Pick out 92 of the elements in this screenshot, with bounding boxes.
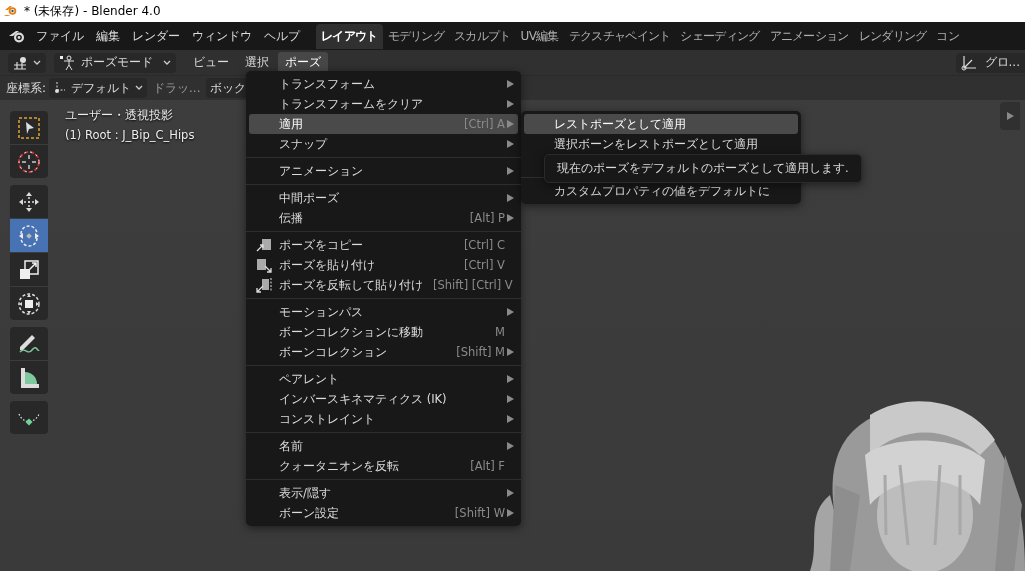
menu-item[interactable]: 選択ボーンをレストポーズとして適用	[524, 134, 798, 154]
menu-item[interactable]: トランスフォーム	[249, 74, 518, 94]
scale-icon	[17, 257, 41, 282]
active-object: (1) Root : J_Bip_C_Hips	[65, 128, 195, 142]
workspace-tab[interactable]: UV編集	[515, 23, 564, 49]
menu-item[interactable]: トランスフォームをクリア	[249, 94, 518, 114]
menu-item[interactable]: 適用 [Ctrl] A	[249, 114, 518, 134]
workspace-tab[interactable]: コン	[931, 23, 965, 49]
axes-icon	[960, 54, 977, 71]
menu-item[interactable]: ヘルプ	[258, 28, 306, 44]
view-name: ユーザー・透視投影	[65, 108, 174, 123]
menu-item[interactable]: レンダー	[126, 28, 186, 44]
submenu-arrow-icon	[506, 140, 514, 148]
submenu-arrow-icon	[506, 489, 514, 497]
menu-item[interactable]: ポーズをコピー [Ctrl] C	[249, 235, 518, 255]
rotate-icon	[17, 223, 41, 248]
tool-button[interactable]	[10, 145, 48, 178]
workspace-tab[interactable]: シェーディング	[675, 23, 765, 49]
header-menu[interactable]: 選択	[238, 52, 276, 73]
workspace-tab[interactable]: モデリング	[382, 23, 450, 49]
menu-item[interactable]: コンストレイント	[249, 409, 518, 429]
menu-item[interactable]: 編集	[90, 28, 126, 44]
drag-label: ドラッ...	[153, 79, 201, 97]
cursor-icon	[17, 149, 41, 174]
menu-item[interactable]: クォータニオンを反転 [Alt] F	[249, 456, 518, 476]
submenu-arrow-icon	[506, 308, 514, 316]
mode-dropdown[interactable]: ポーズモード	[54, 52, 176, 73]
caret-icon	[163, 59, 171, 66]
workspace-tab[interactable]: アニメーション	[764, 23, 854, 49]
submenu-arrow-icon	[506, 509, 514, 517]
window-title: * (未保存) - Blender 4.0	[24, 2, 161, 20]
expand-arrow-icon	[1006, 112, 1014, 120]
menu-item[interactable]: ボーンコレクション [Shift] M	[249, 342, 518, 362]
menu-item[interactable]: スナップ	[249, 134, 518, 154]
menu-item[interactable]: ウィンドウ	[186, 28, 258, 44]
tool-button[interactable]	[10, 287, 48, 320]
menu-item[interactable]: ボーンコレクションに移動 M	[249, 322, 518, 342]
workspace-tab[interactable]: テクスチャペイント	[563, 23, 676, 49]
menu-item[interactable]: 表示/隠す	[249, 483, 518, 503]
field-label: 座標系:	[6, 79, 47, 97]
workspace-tab[interactable]: レイアウト	[316, 23, 383, 49]
tool-button[interactable]	[10, 111, 48, 144]
flip-paste-icon	[256, 277, 272, 293]
workspace-tab[interactable]: スカルプト	[449, 23, 516, 49]
clipboard-icon	[256, 237, 272, 253]
menu-item[interactable]: ポーズを貼り付け [Ctrl] V	[249, 255, 518, 275]
orientation-dropdown[interactable]: グロ...	[955, 52, 1025, 73]
app-logo-icon[interactable]	[8, 29, 26, 43]
menu-item[interactable]: モーションパス	[249, 302, 518, 322]
menu-item[interactable]: ポーズを反転して貼り付け [Shift] [Ctrl] V	[249, 275, 518, 295]
caret-icon	[33, 59, 41, 66]
submenu-arrow-icon	[506, 348, 514, 356]
tooltip: 現在のポーズをデフォルトのポーズとして適用します.	[544, 154, 862, 183]
menu-item[interactable]: カスタムプロパティの値をデフォルトに	[524, 181, 798, 201]
submenu-arrow-icon	[506, 415, 514, 423]
menu-item[interactable]: ペアレント	[249, 369, 518, 389]
menu-item[interactable]: 名前	[249, 436, 518, 456]
submenu-arrow-icon	[506, 395, 514, 403]
armature-icon	[13, 55, 29, 70]
menu-item[interactable]: 中間ポーズ	[249, 188, 518, 208]
menu-item[interactable]: ファイル	[30, 28, 90, 44]
header-menu[interactable]: ポーズ	[278, 52, 328, 73]
clipboard-icon	[256, 257, 272, 273]
pivot-dropdown[interactable]: デフォルト	[49, 78, 148, 98]
tool-button[interactable]	[10, 361, 48, 394]
header-menu[interactable]: ビュー	[186, 52, 236, 73]
sidebar-toggle[interactable]	[1000, 102, 1020, 130]
tool-button[interactable]	[10, 401, 48, 434]
submenu-arrow-icon	[506, 100, 514, 108]
box-select-icon	[17, 115, 41, 140]
editor-type-dropdown[interactable]	[8, 52, 46, 73]
transform-icon	[17, 291, 41, 316]
workspace-tab[interactable]: レンダリング	[853, 23, 932, 49]
submenu-arrow-icon	[506, 80, 514, 88]
menu-item[interactable]: レストポーズとして適用	[524, 114, 798, 134]
menu-item[interactable]: インバースキネマティクス (IK)	[249, 389, 518, 409]
tool-button[interactable]	[10, 253, 48, 286]
menu-item[interactable]: 伝播 [Alt] P	[249, 208, 518, 228]
submenu-arrow-icon	[506, 442, 514, 450]
submenu-arrow-icon	[506, 167, 514, 175]
tool-button[interactable]	[10, 185, 48, 218]
menu-item[interactable]: アニメーション	[249, 161, 518, 181]
tool-button[interactable]	[10, 327, 48, 360]
submenu-arrow-icon	[506, 120, 514, 128]
submenu-arrow-icon	[506, 194, 514, 202]
submenu-arrow-icon	[506, 214, 514, 222]
pose-icon	[59, 54, 75, 71]
app-logo-icon	[4, 3, 18, 16]
axes-icon	[53, 81, 68, 95]
submenu-arrow-icon	[506, 375, 514, 383]
menu-item[interactable]: ボーン設定 [Shift] W	[249, 503, 518, 523]
caret-icon	[135, 85, 144, 91]
